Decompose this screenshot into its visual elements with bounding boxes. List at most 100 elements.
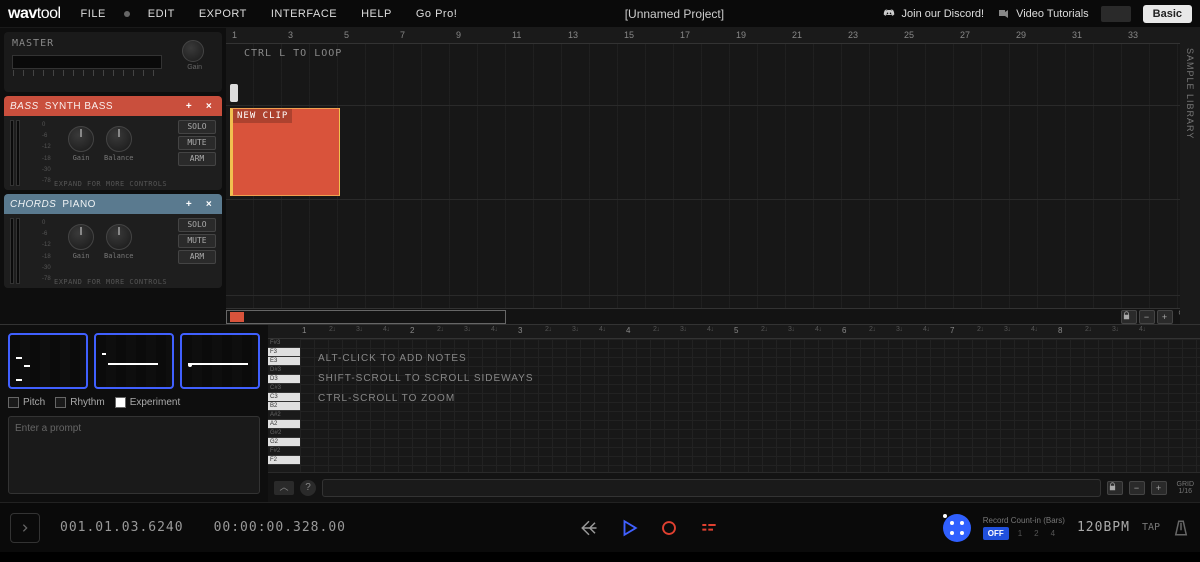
track-bass[interactable]: BASS SYNTH BASS + × 0-6-12-18-30-78 Gain… [4, 96, 222, 190]
clip-label: NEW CLIP [233, 109, 292, 123]
timeline-minimap[interactable]: − + GRID1 [226, 308, 1200, 324]
roll-zoom-in-button[interactable]: + [1151, 481, 1167, 495]
discord-link[interactable]: Join our Discord! [882, 8, 985, 20]
rewind-button[interactable] [578, 517, 600, 539]
user-badge[interactable] [1101, 6, 1131, 22]
loop-region-lane[interactable] [226, 44, 1200, 106]
track-chords-mute-button[interactable]: MUTE [178, 234, 216, 248]
track-bass-arm-button[interactable]: ARM [178, 152, 216, 166]
menu-gopro[interactable]: Go Pro! [406, 4, 467, 24]
piano-key[interactable]: A2 [268, 420, 300, 429]
piano-key[interactable]: A#2 [268, 411, 300, 420]
timeline-ruler[interactable]: 13579111315171921232527293133 [226, 28, 1200, 44]
suggestion-tile-3[interactable] [180, 333, 260, 389]
track-chords-arm-button[interactable]: ARM [178, 250, 216, 264]
track-bass-gain-knob[interactable] [68, 126, 94, 152]
menu-interface[interactable]: INTERFACE [261, 4, 347, 24]
track-chords-gain-knob[interactable] [68, 224, 94, 250]
track-bass-meter [10, 120, 42, 186]
timeline-zoom-out-button[interactable]: − [1139, 310, 1155, 324]
piano-key[interactable]: G#2 [268, 429, 300, 438]
ruler-mark: 27 [960, 30, 970, 40]
piano-keys[interactable]: F#3F3E3D#3D3C#3C3B2A#2A2G#2G2F#2F2 [268, 339, 300, 472]
count-in-off-button[interactable]: OFF [983, 527, 1009, 540]
randomize-button[interactable] [943, 514, 971, 542]
piano-roll[interactable]: 12♩3♩4♩22♩3♩4♩32♩3♩4♩42♩3♩4♩52♩3♩4♩62♩3♩… [268, 325, 1200, 502]
piano-key[interactable]: B2 [268, 402, 300, 411]
track-chords-balance-knob[interactable] [106, 224, 132, 250]
count-in-1-button[interactable]: 1 [1015, 529, 1025, 538]
tap-tempo-button[interactable]: TAP [1142, 522, 1160, 533]
master-gain-knob[interactable] [182, 40, 204, 62]
menu-export[interactable]: EXPORT [189, 4, 257, 24]
plan-basic-button[interactable]: Basic [1143, 5, 1192, 23]
project-title[interactable]: [Unnamed Project] [625, 7, 724, 21]
piano-key[interactable]: F#3 [268, 339, 300, 348]
roll-grid-label[interactable]: GRID1/16 [1177, 481, 1195, 495]
timeline-lock-button[interactable] [1121, 310, 1137, 324]
position-time-readout[interactable]: 00:00:00.328.00 [204, 514, 356, 541]
clip-new-clip[interactable]: NEW CLIP [230, 108, 340, 196]
timeline-lane-chords[interactable] [226, 202, 1200, 296]
ai-suggestion-column: Pitch Rhythm Experiment Enter a prompt [0, 325, 268, 502]
piano-key[interactable]: E3 [268, 357, 300, 366]
piano-key[interactable]: F#2 [268, 447, 300, 456]
piano-roll-command-input[interactable] [322, 479, 1101, 497]
track-bass-mute-button[interactable]: MUTE [178, 136, 216, 150]
expand-up-button[interactable]: ︿ [274, 481, 294, 495]
piano-key[interactable]: F3 [268, 348, 300, 357]
track-chords-header[interactable]: CHORDS PIANO + × [4, 194, 222, 214]
piano-key[interactable]: D3 [268, 375, 300, 384]
track-bass-add-button[interactable]: + [182, 101, 196, 112]
master-track[interactable]: MASTER Gain [4, 32, 222, 92]
count-in-4-button[interactable]: 4 [1048, 529, 1058, 538]
ai-prompt-input[interactable]: Enter a prompt [8, 416, 260, 494]
piano-key[interactable]: D#3 [268, 366, 300, 375]
suggestion-tile-2[interactable] [94, 333, 174, 389]
track-chords-solo-button[interactable]: SOLO [178, 218, 216, 232]
track-chords-close-button[interactable]: × [202, 199, 216, 210]
track-bass-solo-button[interactable]: SOLO [178, 120, 216, 134]
minimap-viewport[interactable] [226, 310, 506, 324]
tutorials-link[interactable]: Video Tutorials [996, 8, 1089, 20]
master-meter [12, 55, 162, 69]
timeline-lane-bass[interactable]: NEW CLIP [226, 106, 1200, 200]
piano-key[interactable]: C3 [268, 393, 300, 402]
count-in-2-button[interactable]: 2 [1031, 529, 1041, 538]
track-chords-instrument: PIANO [62, 199, 176, 210]
track-bass-header[interactable]: BASS SYNTH BASS + × [4, 96, 222, 116]
metronome-button[interactable] [1172, 518, 1190, 538]
roll-bar-mark: 7 [950, 326, 954, 335]
rhythm-checkbox[interactable]: Rhythm [55, 397, 104, 408]
help-button[interactable]: ? [300, 480, 316, 496]
menu-help[interactable]: HELP [351, 4, 402, 24]
piano-key[interactable]: G2 [268, 438, 300, 447]
bpm-display[interactable]: 120BPM [1077, 520, 1130, 535]
piano-roll-ruler[interactable]: 12♩3♩4♩22♩3♩4♩32♩3♩4♩42♩3♩4♩52♩3♩4♩62♩3♩… [268, 325, 1200, 339]
suggestion-tile-1[interactable] [8, 333, 88, 389]
record-button[interactable] [658, 517, 680, 539]
play-button[interactable] [618, 517, 640, 539]
experiment-checkbox[interactable]: Experiment [115, 397, 181, 408]
roll-bar-mark: 3 [518, 326, 522, 335]
timeline-zoom-in-button[interactable]: + [1157, 310, 1173, 324]
timeline[interactable]: 13579111315171921232527293133 CTRL L TO … [226, 28, 1200, 324]
piano-key[interactable]: F2 [268, 456, 300, 465]
master-gain-label: Gain [187, 64, 202, 71]
pitch-checkbox[interactable]: Pitch [8, 397, 45, 408]
roll-lock-button[interactable] [1107, 481, 1123, 495]
lock-icon [1108, 482, 1117, 491]
roll-zoom-out-button[interactable]: − [1129, 481, 1145, 495]
menu-file[interactable]: FILE [71, 4, 116, 24]
piano-key[interactable]: C#3 [268, 384, 300, 393]
track-chords[interactable]: CHORDS PIANO + × 0-6-12-18-30-78 Gain Ba… [4, 194, 222, 288]
position-bars-readout[interactable]: 001.01.03.6240 [50, 514, 194, 541]
track-bass-close-button[interactable]: × [202, 101, 216, 112]
sample-library-tab[interactable]: SAMPLE LIBRARY [1180, 28, 1200, 324]
collapse-button[interactable] [10, 513, 40, 543]
roll-beat-mark: 3♩ [1112, 326, 1123, 333]
menu-edit[interactable]: EDIT [138, 4, 185, 24]
loop-button[interactable] [698, 517, 720, 539]
track-bass-balance-knob[interactable] [106, 126, 132, 152]
track-chords-add-button[interactable]: + [182, 199, 196, 210]
